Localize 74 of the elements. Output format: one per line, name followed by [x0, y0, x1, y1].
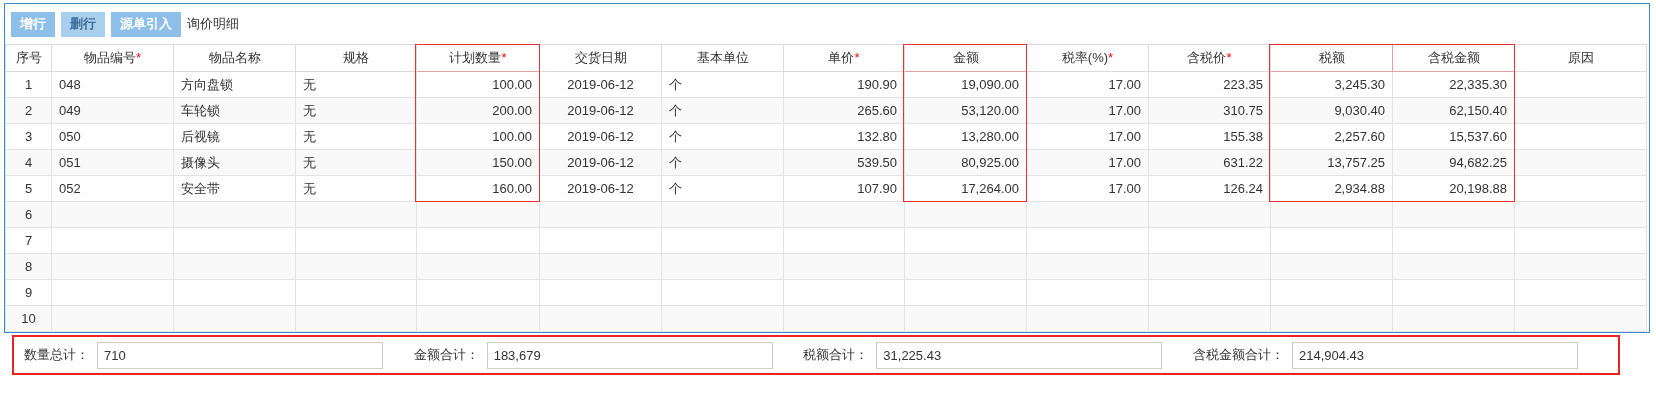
table-cell: 2 [5, 97, 52, 124]
table-cell: 155.38 [1148, 123, 1271, 150]
table-cell: 223.35 [1148, 71, 1271, 98]
table-cell: 050 [51, 123, 174, 150]
table-cell: 1 [5, 71, 52, 98]
column-header: 物品编号* [51, 44, 174, 72]
table-cell: 17.00 [1026, 149, 1149, 176]
table-cell: 2019-06-12 [539, 71, 662, 98]
table-cell: 052 [51, 175, 174, 202]
total-label: 数量总计： [24, 346, 89, 365]
table-cell: 10 [5, 305, 52, 332]
table-cell: 个 [661, 149, 784, 176]
table-cell: 049 [51, 97, 174, 124]
table-cell: 无 [295, 123, 417, 150]
table-cell: 190.90 [783, 71, 905, 98]
table-cell: 7 [5, 227, 52, 254]
table-cell: 9,030.40 [1270, 97, 1393, 124]
column-header: 规格 [295, 44, 417, 72]
table-cell: 安全带 [173, 175, 296, 202]
table-cell: 2019-06-12 [539, 175, 662, 202]
column-header: 序号 [5, 44, 52, 72]
table-cell: 132.80 [783, 123, 905, 150]
table-cell: 265.60 [783, 97, 905, 124]
table-cell: 107.90 [783, 175, 905, 202]
total-field[interactable]: 710 [97, 341, 383, 369]
table-cell: 5 [5, 175, 52, 202]
table-cell: 17.00 [1026, 97, 1149, 124]
table-cell: 4 [5, 149, 52, 176]
table-cell: 17.00 [1026, 123, 1149, 150]
table-cell: 9 [5, 279, 52, 306]
table-cell: 无 [295, 149, 417, 176]
total-label: 含税金额合计： [1192, 346, 1284, 365]
table-cell: 310.75 [1148, 97, 1271, 124]
table-cell: 8 [5, 253, 52, 280]
table-cell: 3 [5, 123, 52, 150]
table-cell: 2,257.60 [1270, 123, 1393, 150]
column-header: 交货日期 [539, 44, 662, 72]
table-cell: 个 [661, 123, 784, 150]
total-field[interactable]: 214,904.43 [1291, 341, 1578, 369]
table-cell: 个 [661, 175, 784, 202]
table-cell: 126.24 [1148, 175, 1271, 202]
table-cell: 后视镜 [173, 123, 296, 150]
table-cell: 2019-06-12 [539, 97, 662, 124]
table-cell: 3,245.30 [1270, 71, 1393, 98]
table-cell: 车轮锁 [173, 97, 296, 124]
table-cell: 539.50 [783, 149, 905, 176]
table-cell: 摄像头 [173, 149, 296, 176]
table-cell: 051 [51, 149, 174, 176]
total-label: 金额合计： [413, 346, 479, 365]
table-cell: 个 [661, 97, 784, 124]
table-cell: 13,757.25 [1270, 149, 1393, 176]
table-cell: 17.00 [1026, 71, 1149, 98]
column-header: 原因 [1514, 44, 1647, 72]
column-header: 基本单位 [661, 44, 784, 72]
table-cell: 17.00 [1026, 175, 1149, 202]
column-header: 物品名称 [173, 44, 296, 72]
table-cell: 个 [661, 71, 784, 98]
table-cell: 无 [295, 71, 417, 98]
total-field[interactable]: 183,679 [486, 341, 773, 369]
column-header: 含税价* [1148, 44, 1271, 72]
column-header: 单价* [783, 44, 905, 72]
column-header: 税率(%)* [1026, 44, 1149, 72]
column-header: 税额 [1270, 44, 1393, 72]
table-cell: 2019-06-12 [539, 149, 662, 176]
table-cell: 048 [51, 71, 174, 98]
table-cell: 2019-06-12 [539, 123, 662, 150]
total-label: 税额合计： [803, 346, 869, 365]
section-title: 询价明细 [187, 15, 239, 34]
table-cell: 无 [295, 97, 417, 124]
table-cell: 方向盘锁 [173, 71, 296, 98]
total-field[interactable]: 31,225.43 [876, 341, 1163, 369]
table-cell: 631.22 [1148, 149, 1271, 176]
table-cell: 6 [5, 201, 52, 228]
table-cell: 无 [295, 175, 417, 202]
